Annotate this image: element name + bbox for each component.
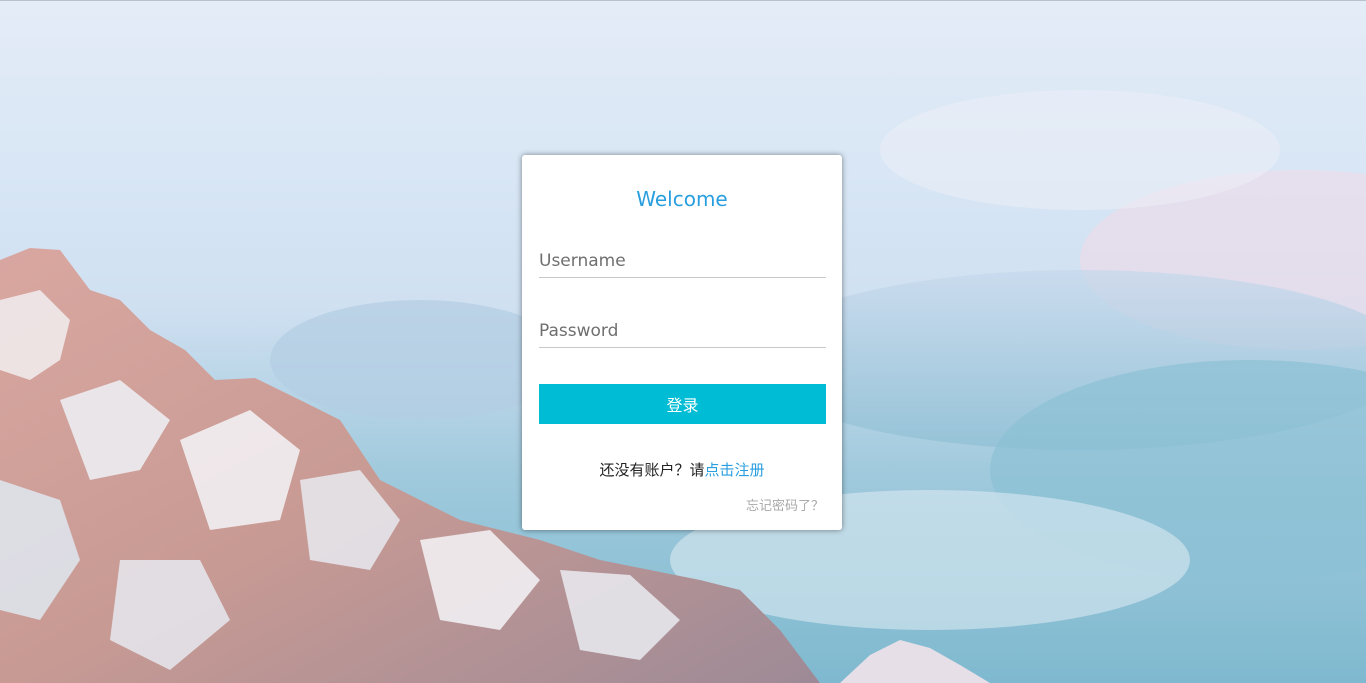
username-input[interactable]: [539, 246, 826, 278]
register-prompt-line: 还没有账户？请点击注册: [522, 459, 842, 480]
login-button[interactable]: 登录: [539, 384, 826, 424]
login-card: Welcome 登录 还没有账户？请点击注册 忘记密码了？: [522, 155, 842, 530]
register-link[interactable]: 点击注册: [705, 461, 765, 479]
login-page: Welcome 登录 还没有账户？请点击注册 忘记密码了？: [0, 0, 1366, 683]
forgot-password-link[interactable]: 忘记密码了？: [746, 495, 824, 514]
register-prompt: 还没有账户？请: [599, 461, 705, 479]
welcome-title: Welcome: [636, 187, 728, 211]
password-input[interactable]: [539, 316, 826, 348]
